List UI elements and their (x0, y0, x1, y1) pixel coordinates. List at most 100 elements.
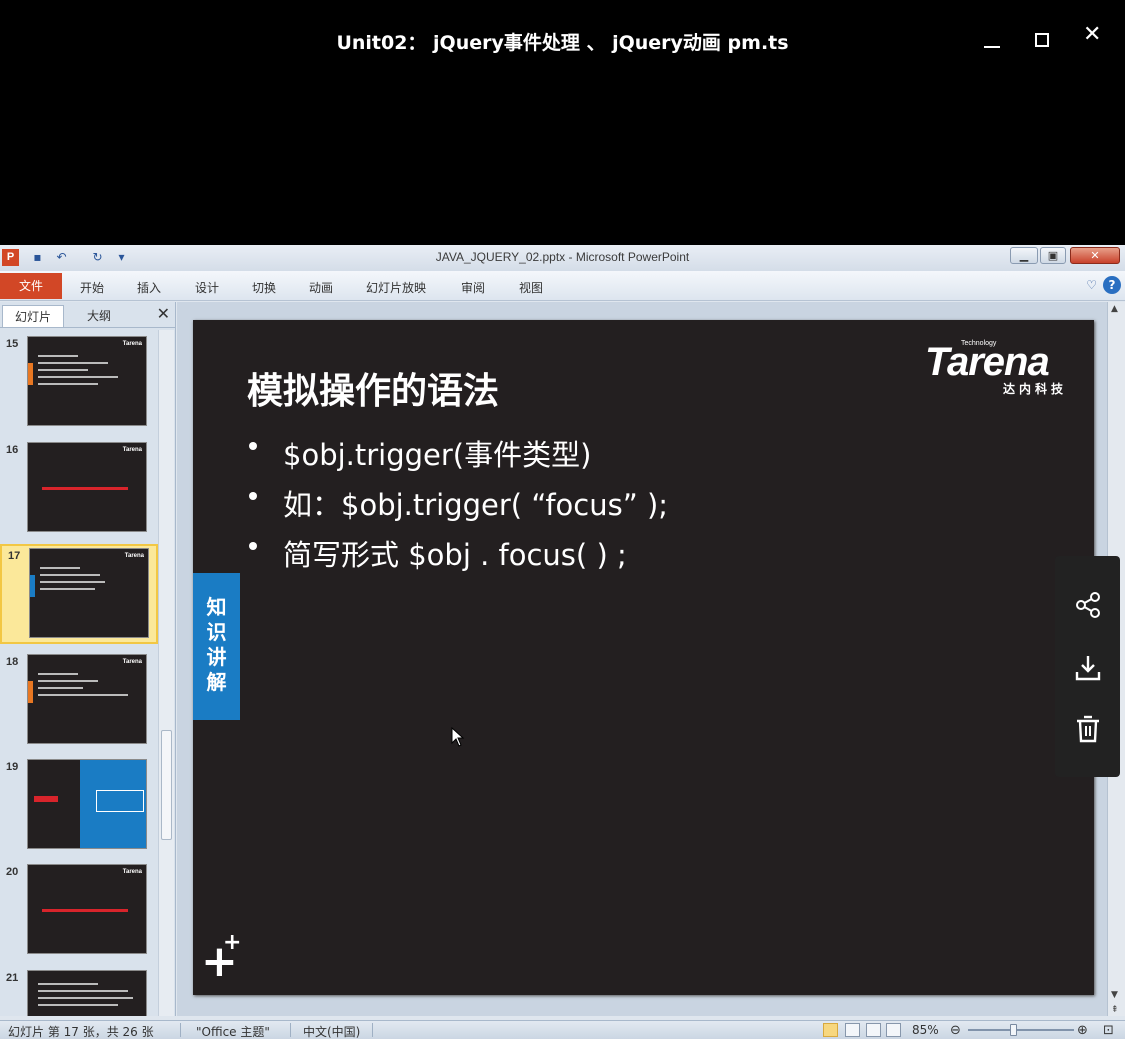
theme-name[interactable]: "Office 主题" (196, 1023, 270, 1039)
pane-tabs: 幻灯片 大纲 ✕ (0, 302, 176, 328)
reading-view-icon[interactable] (866, 1023, 881, 1037)
tab-slides[interactable]: 幻灯片 (2, 305, 64, 327)
brand-chinese-name: 达内科技 (1003, 382, 1068, 396)
pane-close-icon[interactable]: ✕ (157, 304, 170, 323)
floating-tool-panel (1055, 556, 1120, 777)
thumb-lines (40, 567, 130, 595)
thumbnail-row[interactable]: 15 Tarena (0, 334, 158, 434)
delete-icon[interactable] (1073, 714, 1103, 744)
bullet-text: 如：$obj.trigger( “focus” ); (283, 488, 669, 522)
slide-counter: 幻灯片 第 17 张，共 26 张 (8, 1025, 154, 1039)
fit-to-window-icon[interactable]: ⊡ (1103, 1023, 1114, 1038)
slides-pane: 幻灯片 大纲 ✕ 15 Tarena 16 Tarena 17 Tarena 1… (0, 302, 176, 1016)
slide-thumbnail[interactable]: Tarena (27, 442, 147, 532)
thumb-red-line (42, 487, 128, 490)
thumbnail-number: 16 (6, 444, 19, 456)
thumb-logo: Tarena (122, 869, 142, 875)
thumbnail-list: 15 Tarena 16 Tarena 17 Tarena 18 Tarena … (0, 330, 158, 1016)
thumb-marker (30, 575, 35, 597)
language-indicator[interactable]: 中文(中国) (303, 1023, 360, 1039)
bullet-dot (249, 542, 257, 550)
ribbon-tabs: 文件 开始 插入 设计 切换 动画 幻灯片放映 审阅 视图 ♡? (0, 271, 1125, 301)
tab-home[interactable]: 开始 (80, 279, 104, 296)
slide-title: 模拟操作的语法 (247, 371, 500, 412)
minimize-icon[interactable] (984, 46, 1000, 48)
slide-thumbnail[interactable]: Tarena (27, 654, 147, 744)
thumbnail-number: 21 (6, 972, 19, 984)
thumbnail-row[interactable]: 19 (0, 757, 158, 857)
scroll-up-icon[interactable]: ▲ (1111, 304, 1118, 314)
download-icon[interactable] (1073, 653, 1103, 683)
thumbnail-row[interactable]: 16 Tarena (0, 440, 158, 540)
zoom-slider-track[interactable] (968, 1029, 1074, 1031)
thumb-logo: Tarena (124, 553, 144, 559)
thumb-logo: Tarena (122, 659, 142, 665)
thumb-logo: Tarena (122, 447, 142, 453)
ribbon-help-area: ♡? (1086, 276, 1121, 294)
status-divider (372, 1023, 373, 1037)
normal-view-icon[interactable] (823, 1023, 838, 1037)
slide-thumbnail[interactable]: Tarena (29, 548, 149, 638)
thumbnail-number: 20 (6, 866, 19, 878)
scroll-down-icon[interactable]: ▼ (1111, 990, 1118, 1000)
bullet-dot (249, 442, 257, 450)
ppt-window-title: JAVA_JQUERY_02.pptx - Microsoft PowerPoi… (435, 250, 690, 264)
tab-slideshow[interactable]: 幻灯片放映 (366, 279, 426, 296)
bullet-dot (249, 492, 257, 500)
thumbnail-number: 18 (6, 656, 19, 668)
tab-file[interactable]: 文件 (0, 273, 62, 299)
thumb-white-box (96, 790, 144, 812)
ppt-restore-button[interactable]: ▣ (1040, 247, 1066, 264)
slide-sorter-icon[interactable] (845, 1023, 860, 1037)
thumbnail-row[interactable]: 20 Tarena (0, 862, 158, 962)
maximize-icon[interactable] (1035, 33, 1049, 47)
status-bar: 幻灯片 第 17 张，共 26 张 "Office 主题" 中文(中国) 85%… (0, 1020, 1125, 1039)
tab-review[interactable]: 审阅 (461, 279, 485, 296)
tab-outline[interactable]: 大纲 (70, 305, 128, 327)
zoom-slider-knob[interactable] (1010, 1024, 1017, 1036)
tab-transitions[interactable]: 切换 (252, 279, 276, 296)
current-slide[interactable]: 模拟操作的语法 $obj.trigger(事件类型) 如：$obj.trigge… (193, 320, 1094, 995)
slide-thumbnail[interactable] (27, 759, 147, 849)
zoom-in-icon[interactable]: ⊕ (1077, 1023, 1088, 1038)
ppt-close-button[interactable]: ✕ (1070, 247, 1120, 264)
slide-thumbnail[interactable]: Tarena (27, 864, 147, 954)
slide-thumbnail[interactable] (27, 970, 147, 1016)
powerpoint-window: P ▪ ↶ ↻ ▾ JAVA_JQUERY_02.pptx - Microsof… (0, 245, 1125, 1039)
thumbnail-row[interactable]: 18 Tarena (0, 652, 158, 752)
previous-slide-icon[interactable]: ⇞ (1111, 1005, 1119, 1015)
bullet-text: 简写形式 $obj . focus( ) ; (283, 538, 627, 572)
thumb-logo: Tarena (122, 341, 142, 347)
zoom-out-icon[interactable]: ⊖ (950, 1023, 961, 1038)
slide-thumbnail[interactable]: Tarena (27, 336, 147, 426)
tab-insert[interactable]: 插入 (137, 279, 161, 296)
thumb-lines (38, 673, 128, 701)
thumbnail-number: 17 (8, 550, 21, 562)
side-label-text: 知识讲解 (206, 595, 227, 694)
ribbon-collapse-icon[interactable]: ♡ (1086, 278, 1097, 292)
status-divider (290, 1023, 291, 1037)
thumb-lines (38, 355, 128, 390)
thumbnail-number: 15 (6, 338, 19, 350)
tab-animations[interactable]: 动画 (309, 279, 333, 296)
ppt-title-bar: P ▪ ↶ ↻ ▾ JAVA_JQUERY_02.pptx - Microsof… (0, 245, 1125, 271)
thumb-lines (38, 983, 133, 1011)
pane-scroll-thumb[interactable] (161, 730, 172, 840)
share-icon[interactable] (1073, 590, 1103, 620)
pane-scrollbar[interactable] (158, 330, 174, 1016)
thumb-red-box (34, 796, 58, 802)
screen: Unit02： jQuery事件处理 、 jQuery动画 pm.ts ✕ P … (0, 0, 1125, 1039)
tab-design[interactable]: 设计 (195, 279, 219, 296)
thumb-marker (28, 681, 33, 703)
close-icon[interactable]: ✕ (1083, 24, 1101, 46)
help-icon[interactable]: ? (1103, 276, 1121, 294)
thumbnail-row[interactable]: 21 (0, 968, 158, 1016)
mouse-cursor-icon (451, 727, 465, 747)
thumb-marker (28, 363, 33, 385)
zoom-level[interactable]: 85% (912, 1023, 939, 1037)
ppt-minimize-button[interactable]: ▁ (1010, 247, 1038, 264)
tab-view[interactable]: 视图 (519, 279, 543, 296)
player-title: Unit02： jQuery事件处理 、 jQuery动画 pm.ts (336, 32, 789, 54)
thumbnail-row-selected[interactable]: 17 Tarena (0, 544, 158, 644)
slideshow-view-icon[interactable] (886, 1023, 901, 1037)
